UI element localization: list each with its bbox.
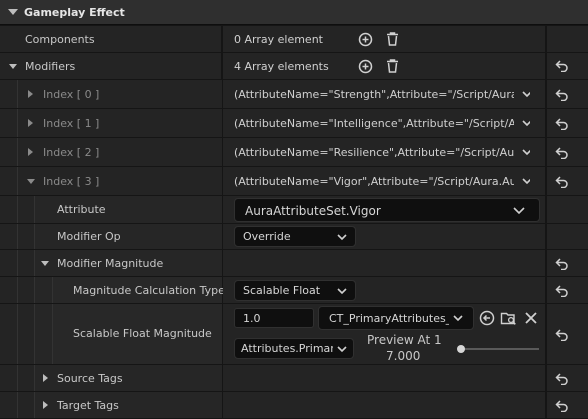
expand-arrow-icon[interactable] (28, 148, 33, 156)
index-value: (AttributeName="Intelligence",Attribute=… (234, 117, 514, 130)
preview-value: 7.000 (386, 349, 421, 363)
reset-arrow-icon[interactable] (555, 176, 569, 188)
reset-arrow-icon[interactable] (555, 285, 569, 297)
row-name-value: Attributes.Primar (241, 342, 333, 355)
index-value: (AttributeName="Resilience",Attribute="/… (234, 146, 514, 159)
modifiers-label: Modifiers (25, 60, 76, 73)
calc-type-label: Magnitude Calculation Type (73, 284, 225, 297)
preview-slider-thumb[interactable] (456, 345, 465, 353)
modifier-op-value: Override (243, 230, 291, 243)
use-selected-icon[interactable] (479, 310, 495, 326)
add-icon[interactable] (358, 59, 373, 74)
collapse-arrow-icon[interactable] (8, 9, 18, 15)
modifier-index-row: Index [ 2 ] (AttributeName="Resilience",… (0, 138, 588, 167)
modifier-magnitude-row: Modifier Magnitude (0, 250, 588, 277)
trash-icon[interactable] (385, 31, 400, 47)
reset-arrow-icon[interactable] (555, 118, 569, 130)
preview-slider-track[interactable] (459, 348, 539, 350)
modifier-index-row: Index [ 3 ] (AttributeName="Vigor",Attri… (0, 167, 588, 196)
chevron-down-icon (337, 346, 347, 353)
attribute-dropdown[interactable]: AuraAttributeSet.Vigor (234, 198, 540, 222)
expand-arrow-icon[interactable] (27, 179, 35, 184)
expand-arrow-icon[interactable] (9, 64, 17, 69)
chevron-down-icon[interactable] (522, 91, 530, 99)
components-value: 0 Array element (234, 33, 323, 46)
chevron-down-icon[interactable] (522, 149, 530, 157)
index-label: Index [ 3 ] (43, 175, 100, 188)
chevron-down-icon (337, 234, 347, 241)
curve-table-dropdown[interactable]: CT_PrimaryAttributes_E (318, 306, 474, 330)
index-label: Index [ 0 ] (43, 88, 100, 101)
expand-arrow-icon[interactable] (43, 374, 48, 382)
expand-arrow-icon[interactable] (43, 401, 48, 409)
calc-type-dropdown[interactable]: Scalable Float (234, 280, 356, 301)
reset-arrow-icon[interactable] (555, 400, 569, 412)
section-title: Gameplay Effect (24, 6, 125, 19)
preview-label: Preview At 1 (367, 333, 442, 347)
expand-arrow-icon[interactable] (28, 119, 33, 127)
curve-table-value: CT_PrimaryAttributes_E (329, 312, 449, 325)
reset-arrow-icon[interactable] (555, 329, 569, 341)
expand-arrow-icon[interactable] (41, 261, 49, 266)
index-value: (AttributeName="Vigor",Attribute="/Scrip… (234, 175, 514, 188)
browse-folder-icon[interactable] (500, 310, 518, 326)
attribute-row: Attribute AuraAttributeSet.Vigor (0, 196, 588, 224)
scalable-float-input[interactable]: 1.0 (234, 308, 314, 328)
reset-arrow-icon[interactable] (555, 258, 569, 270)
modifier-op-dropdown[interactable]: Override (234, 226, 356, 247)
scalable-float-label: Scalable Float Magnitude (73, 327, 212, 340)
clear-icon[interactable] (524, 311, 538, 325)
index-value: (AttributeName="Strength",Attribute="/Sc… (234, 88, 514, 101)
reset-arrow-icon[interactable] (555, 147, 569, 159)
modifier-index-row: Index [ 0 ] (AttributeName="Strength",At… (0, 80, 588, 109)
calc-type-row: Magnitude Calculation Type Scalable Floa… (0, 277, 588, 304)
modifier-op-row: Modifier Op Override (0, 224, 588, 250)
index-label: Index [ 2 ] (43, 146, 100, 159)
target-tags-label: Target Tags (57, 399, 119, 412)
attribute-value: AuraAttributeSet.Vigor (245, 204, 381, 218)
reset-arrow-icon[interactable] (555, 89, 569, 101)
source-tags-label: Source Tags (57, 372, 123, 385)
chevron-down-icon[interactable] (522, 178, 530, 186)
modifiers-row: Modifiers 4 Array elements (0, 53, 588, 80)
components-label: Components (25, 33, 95, 46)
reset-arrow-icon[interactable] (555, 60, 569, 72)
scalable-float-row: Scalable Float Magnitude 1.0 CT_PrimaryA… (0, 304, 588, 365)
chevron-down-icon (513, 207, 525, 215)
section-header[interactable]: Gameplay Effect (0, 0, 588, 25)
source-tags-row: Source Tags (0, 365, 588, 392)
reset-arrow-icon[interactable] (555, 373, 569, 385)
expand-arrow-icon[interactable] (28, 90, 33, 98)
add-icon[interactable] (358, 32, 373, 47)
modifier-op-label: Modifier Op (57, 230, 121, 243)
chevron-down-icon[interactable] (522, 120, 530, 128)
index-label: Index [ 1 ] (43, 117, 100, 130)
scalable-float-value: 1.0 (243, 312, 261, 325)
target-tags-row: Target Tags (0, 392, 588, 419)
components-row: Components 0 Array element (0, 26, 588, 53)
row-name-dropdown[interactable]: Attributes.Primar (234, 338, 354, 359)
modifier-index-row: Index [ 1 ] (AttributeName="Intelligence… (0, 109, 588, 138)
trash-icon[interactable] (385, 58, 400, 74)
calc-type-value: Scalable Float (243, 284, 321, 297)
chevron-down-icon (337, 288, 347, 295)
modifier-magnitude-label: Modifier Magnitude (57, 257, 164, 270)
modifiers-value: 4 Array elements (234, 60, 329, 73)
chevron-down-icon (453, 315, 463, 322)
attribute-label: Attribute (57, 203, 106, 216)
